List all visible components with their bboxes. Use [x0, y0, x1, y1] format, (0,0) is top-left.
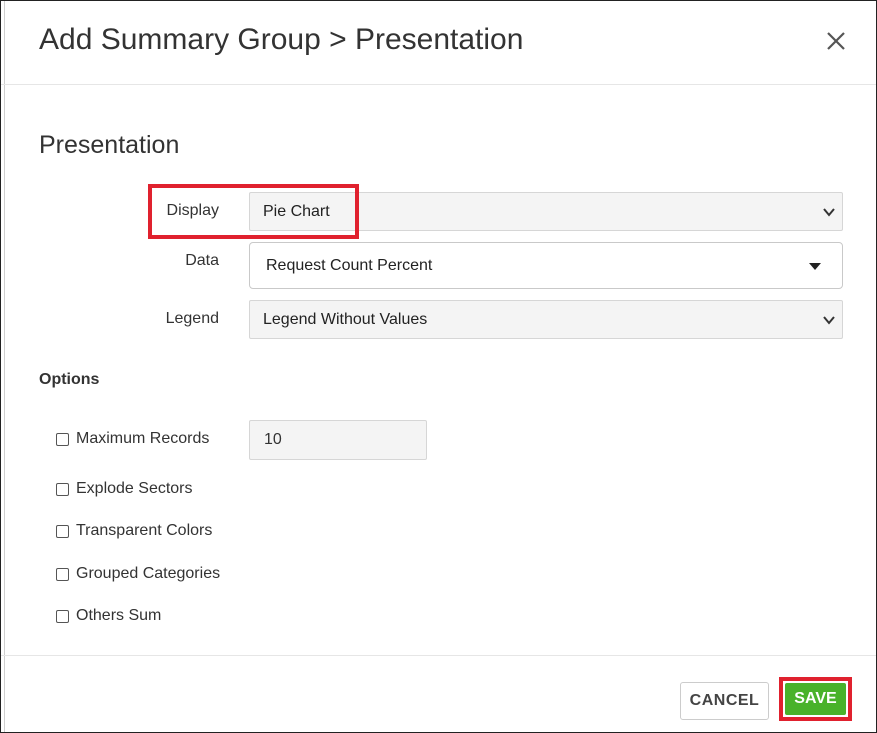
cancel-button[interactable]: CANCEL — [680, 682, 769, 720]
chevron-down-icon — [822, 205, 836, 219]
legend-label: Legend — [165, 310, 219, 327]
legend-select[interactable]: Legend Without Values — [249, 300, 843, 339]
explode-sectors-label: Explode Sectors — [76, 480, 193, 497]
dialog-title: Add Summary Group > Presentation — [39, 23, 524, 56]
others-sum-checkbox[interactable] — [56, 610, 69, 623]
save-button[interactable]: SAVE — [785, 683, 846, 715]
legend-select-value: Legend Without Values — [263, 311, 428, 328]
display-highlight-box — [148, 184, 359, 239]
section-title: Presentation — [39, 131, 180, 159]
close-icon[interactable] — [824, 29, 848, 53]
grouped-categories-checkbox[interactable] — [56, 568, 69, 581]
transparent-colors-label: Transparent Colors — [76, 522, 213, 539]
maximum-records-label: Maximum Records — [76, 430, 210, 447]
options-heading: Options — [39, 371, 100, 388]
dialog-header: Add Summary Group > Presentation — [1, 1, 876, 85]
transparent-colors-checkbox[interactable] — [56, 525, 69, 538]
chevron-down-icon — [822, 313, 836, 327]
data-select[interactable]: Request Count Percent — [249, 242, 843, 289]
data-select-value: Request Count Percent — [266, 257, 433, 274]
grouped-categories-label: Grouped Categories — [76, 565, 221, 582]
explode-sectors-checkbox[interactable] — [56, 483, 69, 496]
maximum-records-input[interactable]: 10 — [249, 420, 427, 460]
background-edge — [4, 1, 5, 732]
modal-dialog: Add Summary Group > Presentation Present… — [0, 0, 877, 733]
maximum-records-checkbox[interactable] — [56, 433, 69, 446]
caret-down-icon — [809, 263, 821, 270]
data-label: Data — [185, 252, 219, 269]
others-sum-label: Others Sum — [76, 607, 162, 624]
